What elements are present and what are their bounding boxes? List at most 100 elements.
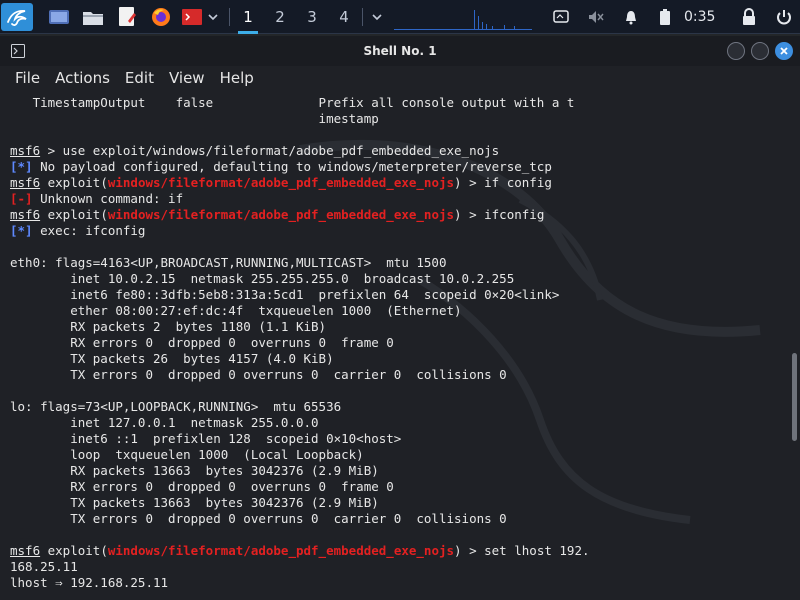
- menu-bar: File Actions Edit View Help: [0, 66, 800, 90]
- menu-help[interactable]: Help: [220, 69, 254, 87]
- info-marker: [*]: [10, 223, 33, 238]
- window-title: Shell No. 1: [363, 44, 437, 58]
- terminal-line: eth0: flags=4163<UP,BROADCAST,RUNNING,MU…: [10, 255, 590, 271]
- msf-prompt: msf6: [10, 207, 41, 222]
- terminal-lines: TimestampOutput false Prefix all console…: [10, 95, 590, 591]
- terminal-scrollbar[interactable]: [788, 90, 800, 600]
- kali-dragon-icon: [7, 9, 27, 26]
- menu-edit[interactable]: Edit: [125, 69, 154, 87]
- title-bar[interactable]: Shell No. 1: [0, 36, 800, 66]
- terminal-text: loop txqueuelen 1000 (Local Loopback): [10, 447, 364, 462]
- terminal-line: RX packets 2 bytes 1180 (1.1 KiB): [10, 319, 590, 335]
- terminal-line: msf6 > use exploit/windows/fileformat/ad…: [10, 143, 590, 159]
- terminal-taskbar-button[interactable]: [180, 3, 204, 31]
- exploit-module-name: windows/fileformat/adobe_pdf_embedded_ex…: [107, 175, 455, 190]
- cpu-graph: [394, 10, 532, 30]
- terminal-text: exploit(: [40, 207, 108, 222]
- terminal-line: RX errors 0 dropped 0 overruns 0 frame 0: [10, 479, 590, 495]
- terminal-text: lhost ⇒ 192.168.25.11: [10, 575, 169, 590]
- terminal-text: ether 08:00:27:ef:dc:4f txqueuelen 1000 …: [10, 303, 462, 318]
- terminal-line: 168.25.11: [10, 559, 590, 575]
- power-menu-button[interactable]: [772, 3, 796, 31]
- terminal-text: lo: flags=73<UP,LOOPBACK,RUNNING> mtu 65…: [10, 399, 342, 414]
- chevron-down-icon: [372, 14, 382, 21]
- exploit-module-name: windows/fileformat/adobe_pdf_embedded_ex…: [107, 543, 455, 558]
- workspace-2[interactable]: 2: [264, 0, 296, 34]
- text-editor-button[interactable]: [114, 3, 140, 31]
- terminal-line: TX errors 0 dropped 0 overruns 0 carrier…: [10, 367, 590, 383]
- terminal-line: [*] No payload configured, defaulting to…: [10, 159, 590, 175]
- power-icon: [777, 10, 791, 25]
- terminal-text: ) > ifconfig: [454, 207, 545, 222]
- terminal-text: TimestampOutput false Prefix all console…: [10, 95, 575, 110]
- error-marker: [-]: [10, 191, 33, 206]
- volume-button[interactable]: [585, 3, 607, 31]
- minimize-button[interactable]: [727, 42, 745, 60]
- scrollbar-thumb[interactable]: [792, 353, 797, 441]
- terminal-text: TX errors 0 dropped 0 overruns 0 carrier…: [10, 367, 507, 382]
- terminal-output[interactable]: TimestampOutput false Prefix all console…: [0, 90, 788, 600]
- terminal-text: RX errors 0 dropped 0 overruns 0 frame 0: [10, 335, 394, 350]
- chevron-down-icon: [208, 14, 218, 21]
- panel-separator: [229, 8, 230, 26]
- terminal-text: RX errors 0 dropped 0 overruns 0 frame 0: [10, 479, 394, 494]
- terminal-text: TX errors 0 dropped 0 overruns 0 carrier…: [10, 511, 507, 526]
- terminal-line: lhost ⇒ 192.168.25.11: [10, 575, 590, 591]
- notifications-button[interactable]: [620, 3, 642, 31]
- terminal-line: RX errors 0 dropped 0 overruns 0 frame 0: [10, 335, 590, 351]
- menu-file[interactable]: File: [15, 69, 40, 87]
- terminal-text: No payload configured, defaulting to win…: [32, 159, 552, 174]
- menu-actions[interactable]: Actions: [55, 69, 110, 87]
- terminal-text: > use exploit/windows/fileformat/adobe_p…: [40, 143, 500, 158]
- msf-prompt: msf6: [10, 175, 41, 190]
- terminal-text: eth0: flags=4163<UP,BROADCAST,RUNNING,MU…: [10, 255, 447, 270]
- terminal-line: lo: flags=73<UP,LOOPBACK,RUNNING> mtu 65…: [10, 399, 590, 415]
- close-button[interactable]: [775, 42, 793, 60]
- terminal-line: TX packets 13663 bytes 3042376 (2.9 MiB): [10, 495, 590, 511]
- terminal-text: exploit(: [40, 175, 108, 190]
- battery-icon: [660, 9, 670, 25]
- terminal-text: inet 10.0.2.15 netmask 255.255.255.0 bro…: [10, 271, 515, 286]
- desktop-icon: [49, 10, 69, 24]
- terminal-line: inet6 ::1 prefixlen 128 scopeid 0×10<hos…: [10, 431, 590, 447]
- lock-screen-button[interactable]: [738, 3, 760, 31]
- terminal-text: 168.25.11: [10, 559, 78, 574]
- file-manager-button[interactable]: [80, 3, 106, 31]
- terminal-text: exploit(: [40, 543, 108, 558]
- panel-menu-button[interactable]: [368, 3, 386, 31]
- info-marker: [*]: [10, 159, 33, 174]
- show-desktop-button[interactable]: [46, 3, 72, 31]
- workspace-1[interactable]: 1: [232, 0, 264, 34]
- terminal-line: msf6 exploit(windows/fileformat/adobe_pd…: [10, 207, 590, 223]
- text-editor-icon: [119, 7, 136, 26]
- terminal-text: exec: ifconfig: [32, 223, 146, 238]
- screenshot-button[interactable]: [550, 3, 572, 31]
- terminal-text: ) > if config: [454, 175, 552, 190]
- terminal-text: inet 127.0.0.1 netmask 255.0.0.0: [10, 415, 319, 430]
- terminal-text: TX packets 13663 bytes 3042376 (2.9 MiB): [10, 495, 379, 510]
- terminal-line: msf6 exploit(windows/fileformat/adobe_pd…: [10, 175, 590, 191]
- terminal-line: msf6 exploit(windows/fileformat/adobe_pd…: [10, 543, 590, 559]
- terminal-text: TX packets 26 bytes 4157 (4.0 KiB): [10, 351, 334, 366]
- battery-button[interactable]: [655, 3, 675, 31]
- terminal-red-icon: [182, 9, 202, 25]
- maximize-button[interactable]: [751, 42, 769, 60]
- msf-prompt: msf6: [10, 543, 41, 558]
- workspace-4[interactable]: 4: [328, 0, 360, 34]
- terminal-line: inet6 fe80::3dfb:5eb8:313a:5cd1 prefixle…: [10, 287, 590, 303]
- firefox-button[interactable]: [148, 3, 174, 31]
- workspace-3[interactable]: 3: [296, 0, 328, 34]
- kali-menu-button[interactable]: [1, 3, 33, 31]
- terminal-line: loop txqueuelen 1000 (Local Loopback): [10, 447, 590, 463]
- terminal-line: inet 127.0.0.1 netmask 255.0.0.0: [10, 415, 590, 431]
- speaker-muted-icon: [589, 11, 604, 23]
- terminal-window: Shell No. 1 File Actions Edit View Help …: [0, 36, 800, 600]
- panel-clock[interactable]: 0:35: [684, 0, 715, 34]
- terminal-text: inet6 fe80::3dfb:5eb8:313a:5cd1 prefixle…: [10, 287, 560, 302]
- taskbar-dropdown-button[interactable]: [205, 3, 221, 31]
- terminal-line: RX packets 13663 bytes 3042376 (2.9 MiB): [10, 463, 590, 479]
- menu-view[interactable]: View: [169, 69, 205, 87]
